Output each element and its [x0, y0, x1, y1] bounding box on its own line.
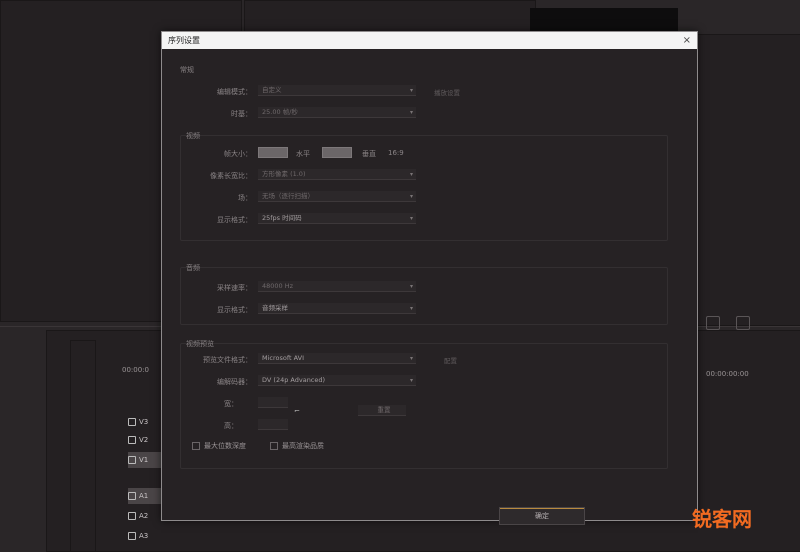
audio-group [180, 267, 668, 325]
checkbox-icon[interactable] [270, 442, 278, 450]
section-audio: 音频 [186, 264, 200, 272]
preview-format-label: 预览文件格式： [203, 356, 252, 364]
audio-display-format-label: 显示格式： [217, 306, 252, 314]
chevron-down-icon: ▾ [409, 377, 413, 384]
bg-timecode-left: 00:00:0 [122, 366, 149, 374]
bg-tools-panel [70, 340, 96, 552]
video-preview-group [180, 343, 668, 469]
frame-width-input[interactable] [258, 147, 288, 158]
track-toggle-icon[interactable] [128, 492, 136, 500]
video-group [180, 135, 668, 241]
dialog-titlebar: 序列设置 × [162, 32, 697, 49]
codec-label: 编解码器： [217, 378, 252, 386]
section-general: 常规 [180, 66, 194, 74]
bg-camera-icon[interactable] [736, 316, 750, 330]
sample-rate-select[interactable]: 48000 Hz ▾ [258, 281, 416, 292]
checkbox-icon[interactable] [192, 442, 200, 450]
display-format-label: 显示格式： [217, 216, 252, 224]
chevron-down-icon: ▾ [409, 215, 413, 222]
bg-timecode-right: 00:00:00:00 [706, 370, 749, 378]
max-render-quality-checkbox[interactable]: 最高渲染品质 [270, 441, 324, 451]
fields-label: 场： [238, 194, 252, 202]
watermark-logo: 锐客网 [692, 507, 752, 531]
link-icon[interactable]: ⌐ [294, 407, 300, 415]
track-toggle-icon[interactable] [128, 418, 136, 426]
editing-mode-select[interactable]: 自定义 ▾ [258, 85, 416, 96]
reset-button[interactable]: 重置 [358, 405, 406, 416]
pixel-aspect-label: 像素长宽比： [210, 172, 252, 180]
track-toggle-icon[interactable] [128, 532, 136, 540]
bg-track-v1[interactable]: V1 [128, 452, 164, 468]
track-toggle-icon[interactable] [128, 512, 136, 520]
chevron-down-icon: ▾ [409, 193, 413, 200]
timebase-label: 时基： [231, 110, 252, 118]
playback-settings-button[interactable]: 播放设置 [434, 87, 460, 97]
chevron-down-icon: ▾ [409, 283, 413, 290]
frame-height-input[interactable] [322, 147, 352, 158]
editing-mode-label: 编辑模式： [217, 88, 252, 96]
bg-track-a1[interactable]: A1 [128, 488, 164, 504]
chevron-down-icon: ▾ [409, 109, 413, 116]
chevron-down-icon: ▾ [409, 355, 413, 362]
aspect-ratio-text: 16:9 [388, 149, 404, 157]
track-toggle-icon[interactable] [128, 456, 136, 464]
sample-rate-label: 采样速率： [217, 284, 252, 292]
bg-export-icon[interactable] [706, 316, 720, 330]
bg-track-a3[interactable]: A3 [128, 528, 164, 544]
bg-track-a2[interactable]: A2 [128, 508, 164, 524]
timebase-select[interactable]: 25.00 帧/秒 ▾ [258, 107, 416, 118]
section-video-preview: 视频预览 [186, 340, 214, 348]
vertical-label: 垂直 [362, 150, 376, 158]
chevron-down-icon: ▾ [409, 305, 413, 312]
bg-track-v2[interactable]: V2 [128, 432, 164, 448]
width-label: 宽： [224, 400, 238, 408]
horizontal-label: 水平 [296, 150, 310, 158]
codec-select[interactable]: DV (24p Advanced) ▾ [258, 375, 416, 386]
close-icon[interactable]: × [683, 35, 691, 46]
bg-track-v3[interactable]: V3 [128, 414, 164, 430]
ok-button[interactable]: 确定 [499, 507, 585, 525]
display-format-select[interactable]: 25fps 时间码 ▾ [258, 213, 416, 224]
fields-select[interactable]: 无场（逐行扫描） ▾ [258, 191, 416, 202]
preview-format-select[interactable]: Microsoft AVI ▾ [258, 353, 416, 364]
dialog-body: 常规 编辑模式： 自定义 ▾ 播放设置 时基： 25.00 帧/秒 ▾ 视频 帧大小… [162, 49, 697, 525]
sequence-settings-dialog: 序列设置 × 常规 编辑模式： 自定义 ▾ 播放设置 时基： 25.00 帧/秒 ▾… [161, 31, 698, 525]
height-label: 高： [224, 422, 238, 430]
track-toggle-icon[interactable] [128, 436, 136, 444]
section-video: 视频 [186, 132, 200, 140]
audio-display-format-select[interactable]: 音频采样 ▾ [258, 303, 416, 314]
chevron-down-icon: ▾ [409, 171, 413, 178]
preview-height-input[interactable] [258, 419, 288, 430]
configure-button[interactable]: 配置 [444, 355, 457, 365]
chevron-down-icon: ▾ [409, 87, 413, 94]
frame-size-label: 帧大小： [224, 150, 252, 158]
max-bit-depth-checkbox[interactable]: 最大位数深度 [192, 441, 246, 451]
pixel-aspect-select[interactable]: 方形像素 (1.0) ▾ [258, 169, 416, 180]
bg-program-panel [696, 34, 800, 326]
dialog-title: 序列设置 [168, 36, 200, 45]
preview-width-input[interactable] [258, 397, 288, 408]
